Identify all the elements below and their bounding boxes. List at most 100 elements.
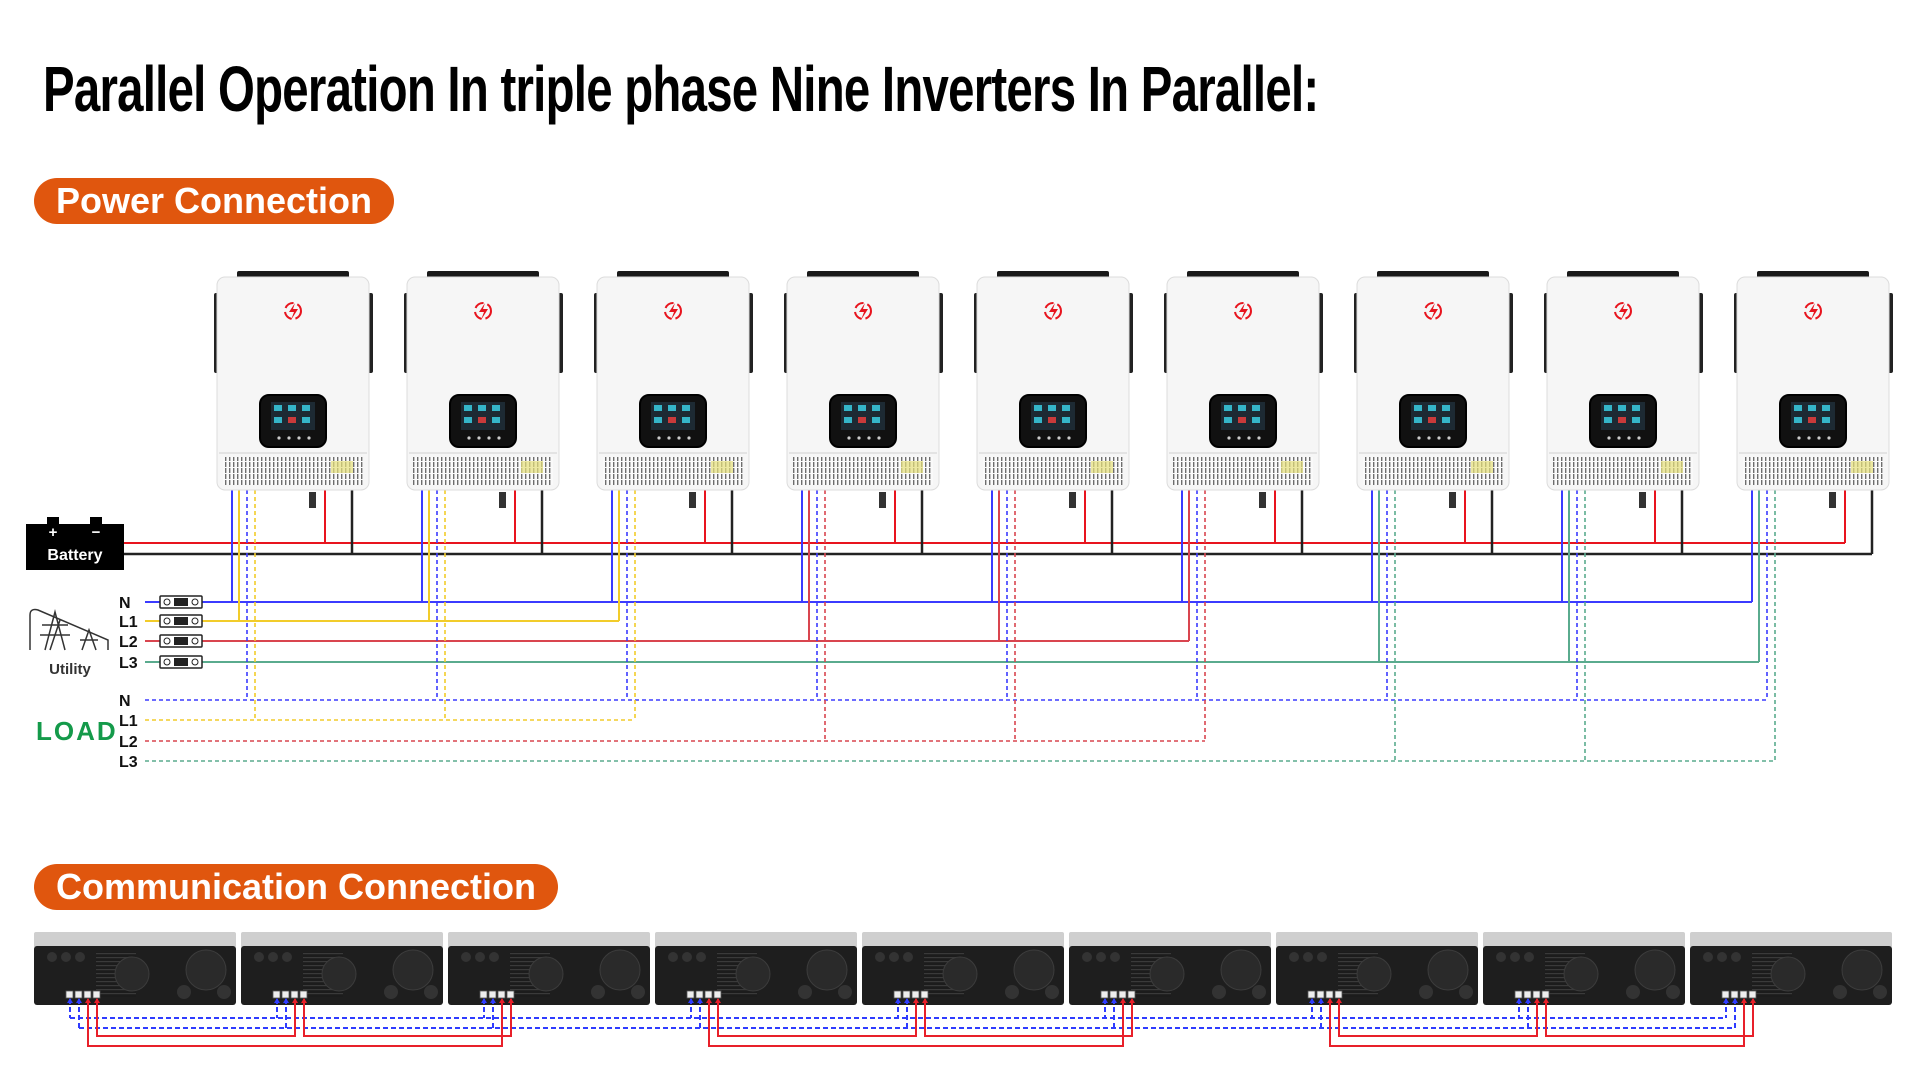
inverter-unit [594,271,753,508]
inverter-rear-unit [862,932,1064,1005]
breaker-icon [159,655,203,669]
battery-terminal-icon [1666,985,1680,999]
comm-port-icon [488,990,497,999]
control-button-icon [687,436,691,440]
control-button-icon [1257,436,1261,440]
comm-port-icon [1748,990,1757,999]
pv-connector-icon [1449,492,1456,508]
breaker-switch [174,658,188,666]
top-cover [862,932,1064,948]
terminal-icon [475,952,485,962]
terminal-icon [696,952,706,962]
comm-port-icon [1307,990,1316,999]
inverter-rear-unit [1690,932,1892,1005]
fan-icon [599,949,641,991]
battery-terminal-icon [798,985,812,999]
vent-label [1281,461,1303,473]
comm-port-icon [1325,990,1334,999]
display-indicator [1428,405,1436,411]
comm-port-icon [1334,990,1343,999]
display-indicator [464,405,472,411]
display-indicator [492,417,500,423]
control-button-icon [657,436,661,440]
display-indicator [288,405,296,411]
display-indicator [1034,405,1042,411]
control-button-icon [1237,436,1241,440]
terminal-icon [489,952,499,962]
battery-terminal-icon [1626,985,1640,999]
pv-connector-icon [1069,492,1076,508]
vent-label [711,461,733,473]
control-button-icon [297,436,301,440]
display-indicator [1252,405,1260,411]
display-indicator [492,405,500,411]
top-cover [448,932,650,948]
control-button-icon [1047,436,1051,440]
top-cover [1690,932,1892,948]
display-indicator [1238,405,1246,411]
display-indicator [1414,405,1422,411]
pv-connector-icon [1829,492,1836,508]
control-button-icon [1617,436,1621,440]
inverter-unit [784,271,943,508]
battery-terminal-icon [1873,985,1887,999]
comm-port-icon [911,990,920,999]
terminal-icon [1110,952,1120,962]
terminal-icon [47,952,57,962]
comm-port-icon [290,990,299,999]
pv-connector-icon [309,492,316,508]
battery-terminal-icon [177,985,191,999]
battery-terminal-icon [1459,985,1473,999]
inverter-unit [1354,271,1513,508]
comm-port-icon [686,990,695,999]
comm-port-icon [1541,990,1550,999]
fan-icon [1770,956,1806,992]
breaker-icon [159,614,203,628]
display-indicator [654,405,662,411]
control-button-icon [1427,436,1431,440]
display-indicator [288,417,296,423]
control-button-icon [1447,436,1451,440]
load-label: LOAD [36,716,118,746]
control-button-icon [667,436,671,440]
fan-icon [392,949,434,991]
battery-terminal-icon [1045,985,1059,999]
control-button-icon [1437,436,1441,440]
display-indicator [1794,417,1802,423]
fan-icon [1149,956,1185,992]
comm-port-icon [1100,990,1109,999]
display-indicator [1442,417,1450,423]
display-indicator [1414,417,1422,423]
comm-port-icon [893,990,902,999]
control-button-icon [287,436,291,440]
battery-minus-label: − [92,524,101,541]
control-button-icon [497,436,501,440]
utility-line-label: L1 [119,614,138,631]
terminal-icon [268,952,278,962]
top-cover [655,932,857,948]
utility-label: Utility [49,661,91,678]
display-indicator [1604,417,1612,423]
comm-port-icon [1730,990,1739,999]
control-button-icon [467,436,471,440]
control-button-icon [847,436,851,440]
terminal-icon [1289,952,1299,962]
display-indicator [682,405,690,411]
utility-line-label: N [119,595,131,612]
control-button-icon [857,436,861,440]
vent-label [1091,461,1113,473]
comm-port-icon [1532,990,1541,999]
comm-port-icon [1739,990,1748,999]
terminal-icon [1317,952,1327,962]
pv-connector-icon [879,492,886,508]
inverter-rear-unit [34,932,236,1005]
control-button-icon [1807,436,1811,440]
battery-terminal-icon [1005,985,1019,999]
display-indicator [1632,417,1640,423]
control-button-icon [1817,436,1821,440]
control-button-icon [1037,436,1041,440]
display-indicator [668,405,676,411]
control-button-icon [1417,436,1421,440]
inverter-unit [214,271,373,508]
display-indicator [1224,417,1232,423]
